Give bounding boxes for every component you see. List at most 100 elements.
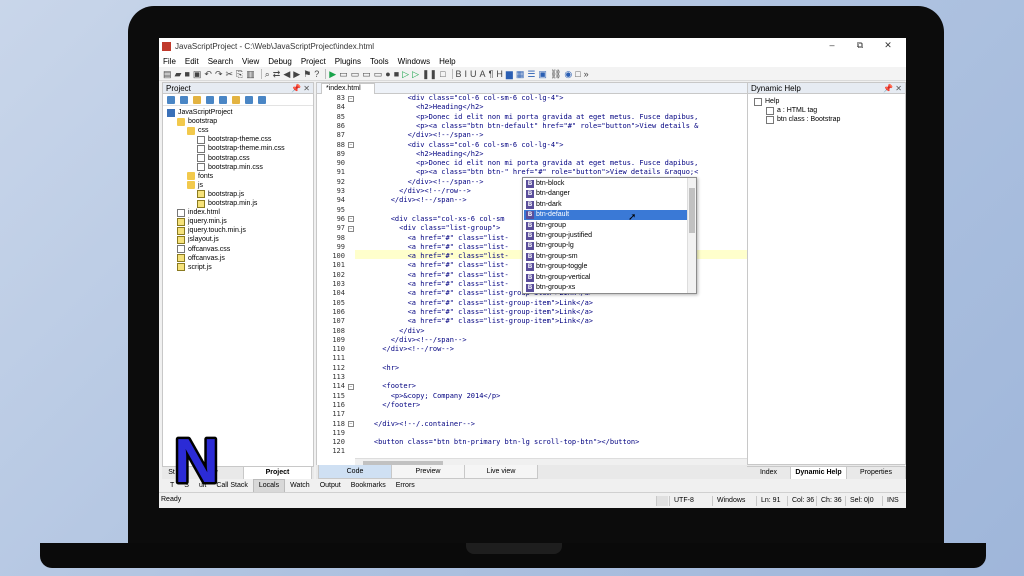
help-tree-root[interactable]: Help: [754, 97, 779, 106]
play-icon[interactable]: ▷: [402, 69, 409, 79]
menu-search[interactable]: Search: [208, 57, 233, 66]
tab-preview[interactable]: Preview: [391, 465, 465, 479]
menu-view[interactable]: View: [242, 57, 259, 66]
tree-item[interactable]: jquery.min.js: [177, 217, 227, 226]
undo-icon[interactable]: ↶: [204, 69, 212, 79]
paste-icon[interactable]: ▥: [246, 69, 255, 79]
tree-item[interactable]: JavaScriptProject: [167, 108, 232, 117]
menu-file[interactable]: File: [163, 57, 176, 66]
find-icon[interactable]: ⌕: [265, 69, 270, 79]
tab-errors[interactable]: Errors: [391, 480, 420, 492]
project-tool-icon[interactable]: [206, 95, 214, 104]
new-file-icon[interactable]: ▤: [163, 69, 172, 79]
autocomplete-item[interactable]: Bbtn-group-sm: [524, 252, 687, 262]
autocomplete-item[interactable]: Bbtn-group-toggle: [524, 262, 687, 272]
underline-icon[interactable]: U: [470, 69, 477, 79]
autocomplete-item[interactable]: Bbtn-block: [524, 179, 687, 189]
code-line[interactable]: <a href="#" class="list-: [357, 252, 509, 261]
forward-icon[interactable]: ▶: [293, 69, 300, 79]
menu-plugins[interactable]: Plugins: [335, 57, 361, 66]
run-icon[interactable]: ▶: [329, 69, 336, 79]
project-tool-icon[interactable]: [193, 95, 201, 104]
table-icon[interactable]: ▦: [516, 69, 525, 79]
tree-item[interactable]: js: [187, 181, 203, 190]
menu-windows[interactable]: Windows: [398, 57, 430, 66]
code-line[interactable]: <a href="#" class="list-group-item">Link…: [357, 317, 593, 326]
tree-item[interactable]: jslayout.js: [177, 235, 219, 244]
list-icon[interactable]: ☰: [527, 69, 535, 79]
debug-step-icon[interactable]: ▭: [339, 69, 348, 79]
code-line[interactable]: <a href="#" class="list-: [357, 271, 509, 280]
code-line[interactable]: </div><!--/row-->: [357, 187, 471, 196]
link-icon[interactable]: ⛓: [550, 69, 561, 79]
menu-edit[interactable]: Edit: [185, 57, 199, 66]
tab-output[interactable]: Output: [315, 480, 346, 492]
project-tool-icon[interactable]: [167, 95, 175, 104]
code-line[interactable]: </footer>: [357, 401, 420, 410]
form-icon[interactable]: ▣: [538, 69, 547, 79]
code-line[interactable]: </div><!--/span-->: [357, 196, 467, 205]
close-button[interactable]: ✕: [874, 40, 902, 51]
tab-project[interactable]: Project: [244, 467, 312, 479]
save-all-icon[interactable]: ▣: [193, 69, 202, 79]
code-line[interactable]: <a href="#" class="list-: [357, 234, 509, 243]
debug-over-icon[interactable]: ▭: [362, 69, 371, 79]
autocomplete-item[interactable]: Bbtn-dark: [524, 200, 687, 210]
help-tree-item[interactable]: a : HTML tag: [766, 106, 817, 115]
tree-item[interactable]: bootstrap-theme.css: [197, 135, 271, 144]
tab-code[interactable]: Code: [318, 465, 392, 479]
font-color-icon[interactable]: A: [480, 69, 486, 79]
tree-item[interactable]: script.js: [177, 263, 212, 272]
code-line[interactable]: <a href="#" class="list-group-item">Link…: [357, 299, 593, 308]
project-tool-icon[interactable]: [219, 95, 227, 104]
tree-item[interactable]: bootstrap: [177, 117, 217, 126]
code-line[interactable]: </div>: [357, 327, 424, 336]
autocomplete-scrollbar[interactable]: [687, 178, 696, 293]
code-line[interactable]: <hr>: [357, 364, 399, 373]
menu-help[interactable]: Help: [439, 57, 455, 66]
code-line[interactable]: <a href="#" class="list-: [357, 261, 509, 270]
open-folder-icon[interactable]: ▰: [175, 69, 182, 79]
redo-icon[interactable]: ↷: [215, 69, 223, 79]
back-icon[interactable]: ◀: [283, 69, 290, 79]
tree-item[interactable]: bootstrap-theme.min.css: [197, 144, 285, 153]
tree-item[interactable]: bootstrap.min.css: [197, 163, 263, 172]
code-line[interactable]: <div class="list-group">: [357, 224, 500, 233]
autocomplete-item[interactable]: Bbtn-danger: [524, 189, 687, 199]
tree-item[interactable]: index.html: [177, 208, 220, 217]
replace-icon[interactable]: ⇄: [273, 69, 281, 79]
tree-item[interactable]: bootstrap.min.js: [197, 199, 257, 208]
code-line[interactable]: <h2>Heading</h2>: [357, 103, 483, 112]
project-tool-icon[interactable]: [180, 95, 188, 104]
tab-live-view[interactable]: Live view: [464, 465, 538, 479]
code-line[interactable]: <p>Donec id elit non mi porta gravida at…: [357, 159, 698, 168]
code-line[interactable]: <p><a class="btn btn-default" href="#" r…: [357, 122, 698, 131]
pause-icon[interactable]: ❚❚: [422, 69, 437, 79]
tree-item[interactable]: bootstrap.js: [197, 190, 244, 199]
code-line[interactable]: <h2>Heading</h2>: [357, 150, 483, 159]
autocomplete-item[interactable]: Bbtn-group-justified: [524, 231, 687, 241]
code-line[interactable]: <div class="col-6 col-sm-6 col-lg-4">: [357, 94, 564, 103]
tab-index[interactable]: Index: [747, 467, 791, 479]
debug-out-icon[interactable]: ▭: [374, 69, 383, 79]
bookmark-icon[interactable]: ⚑: [303, 69, 311, 79]
save-icon[interactable]: ■: [184, 69, 189, 79]
breakpoint-icon[interactable]: ●: [385, 69, 390, 79]
autocomplete-item[interactable]: Bbtn-group-xs: [524, 283, 687, 293]
code-line[interactable]: <a href="#" class="list-group-item">Link…: [357, 308, 593, 317]
menu-tools[interactable]: Tools: [370, 57, 389, 66]
image-icon[interactable]: ▆: [506, 69, 513, 79]
fold-toggle-icon[interactable]: −: [348, 383, 354, 390]
stop-debug-icon[interactable]: □: [440, 69, 445, 79]
project-tool-icon[interactable]: [258, 95, 266, 104]
color-picker-icon[interactable]: ◉: [564, 69, 572, 79]
continue-icon[interactable]: ▷: [412, 69, 419, 79]
code-line[interactable]: <a href="#" class="list-: [357, 280, 509, 289]
pin-icon[interactable]: 📌 ✕: [291, 83, 310, 93]
menu-project[interactable]: Project: [301, 57, 326, 66]
code-line[interactable]: </div><!--/span-->: [357, 336, 467, 345]
tab-watch[interactable]: Watch: [285, 480, 315, 492]
tree-item[interactable]: offcanvas.js: [177, 254, 225, 263]
tab-locals[interactable]: Locals: [252, 478, 286, 493]
debug-into-icon[interactable]: ▭: [351, 69, 360, 79]
